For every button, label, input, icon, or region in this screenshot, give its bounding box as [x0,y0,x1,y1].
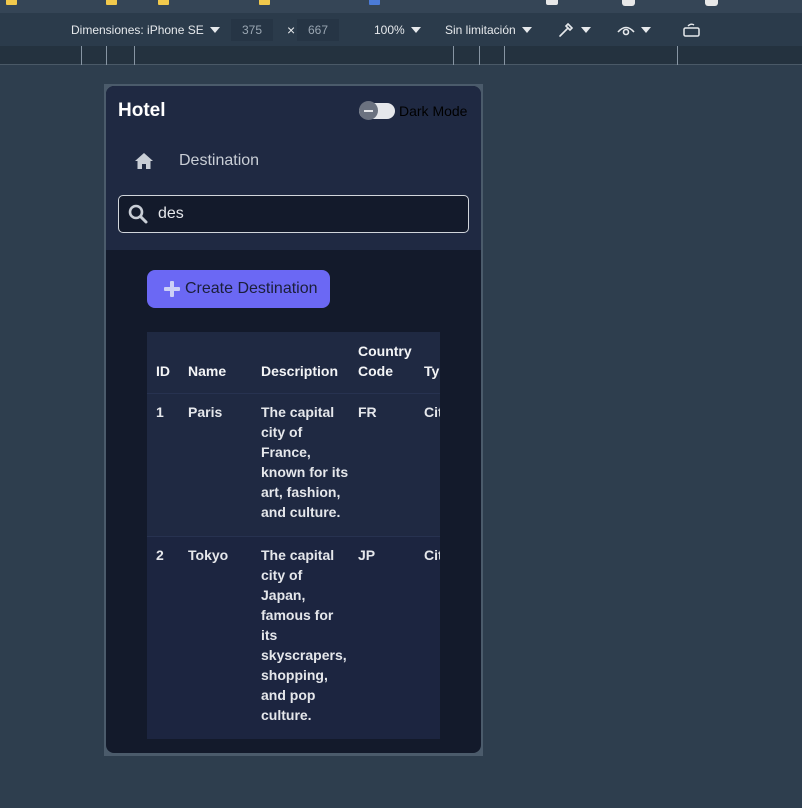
app-viewport: Hotel Dark Mode Destination des Create D… [106,86,481,753]
chevron-down-icon [641,26,651,33]
cell-name: Tokyo [179,535,252,739]
search-value: des [158,205,184,222]
bookmark-folder-icon[interactable] [158,0,169,5]
color-picker-button[interactable] [557,13,591,46]
column-header-id: ID [147,332,179,393]
zoom-dropdown[interactable]: 100% [374,13,421,46]
width-input[interactable]: 375 [231,18,273,41]
bookmark-favicon-icon[interactable] [705,0,718,6]
chevron-down-icon [410,26,421,33]
dark-mode-toggle[interactable] [359,101,395,120]
chevron-down-icon [209,26,220,33]
search-icon [128,204,148,224]
vision-button[interactable] [617,13,651,46]
table-row[interactable]: 1 Paris The capital city of France, know… [147,392,440,536]
media-query-ruler [0,46,802,65]
cell-name: Paris [179,392,252,536]
brand-title[interactable]: Hotel [118,100,166,122]
column-header-type: Type [415,332,440,393]
destinations-table: ID Name Description Country Code Type 1 … [147,332,440,739]
bookmark-folder-icon[interactable] [106,0,117,5]
create-destination-label: Create Destination [185,280,318,297]
device-label: Dimensiones: iPhone SE [71,22,204,37]
cell-country-code: JP [349,535,415,739]
chevron-down-icon [521,26,532,33]
cell-id: 2 [147,535,179,739]
dimension-separator: × [287,21,296,38]
column-header-name: Name [179,332,252,393]
cell-id: 1 [147,392,179,536]
table-header-row: ID Name Description Country Code Type [147,332,440,393]
color-picker-icon [559,22,574,37]
bookmark-folder-icon[interactable] [6,0,17,5]
bookmark-favicon-icon[interactable] [369,0,380,5]
bookmarks-bar [0,0,802,13]
dark-mode-label: Dark Mode [399,103,468,119]
cell-country-code: FR [349,392,415,536]
cell-description: The capital city of France, known for it… [252,392,349,536]
column-header-country-code: Country Code [349,332,415,393]
cell-type: City [415,392,440,536]
device-frame: Hotel Dark Mode Destination des Create D… [104,84,483,756]
destinations-table-container[interactable]: ID Name Description Country Code Type 1 … [147,332,440,753]
app-header: Hotel Dark Mode Destination des [106,86,481,250]
cell-type: City [415,535,440,739]
dark-mode-toggle-group[interactable]: Dark Mode [359,101,468,120]
rotate-button[interactable] [682,13,702,46]
breadcrumb-current[interactable]: Destination [179,152,259,170]
height-input[interactable]: 667 [297,18,339,41]
device-toolbar: Dimensiones: iPhone SE 375 × 667 100% Si… [0,13,802,46]
create-destination-button[interactable]: Create Destination [147,270,330,308]
bookmark-favicon-icon[interactable] [622,0,635,6]
column-header-description: Description [252,332,349,393]
throttle-dropdown[interactable]: Sin limitación [445,13,532,46]
device-dimensions-dropdown[interactable]: Dimensiones: iPhone SE [71,13,220,46]
zoom-label: 100% [374,22,405,37]
toggle-knob-icon [359,101,378,120]
breadcrumb: Destination [134,152,259,170]
plus-icon [164,281,180,297]
cell-description: The capital city of Japan, famous for it… [252,535,349,739]
rotate-icon [683,23,700,37]
chevron-down-icon [581,26,591,33]
bookmark-folder-icon[interactable] [259,0,270,5]
eye-icon [617,26,635,35]
search-input[interactable]: des [118,195,469,233]
bookmark-favicon-icon[interactable] [546,0,558,5]
table-row[interactable]: 2 Tokyo The capital city of Japan, famou… [147,535,440,739]
throttle-label: Sin limitación [445,22,516,37]
home-icon[interactable] [134,152,154,170]
